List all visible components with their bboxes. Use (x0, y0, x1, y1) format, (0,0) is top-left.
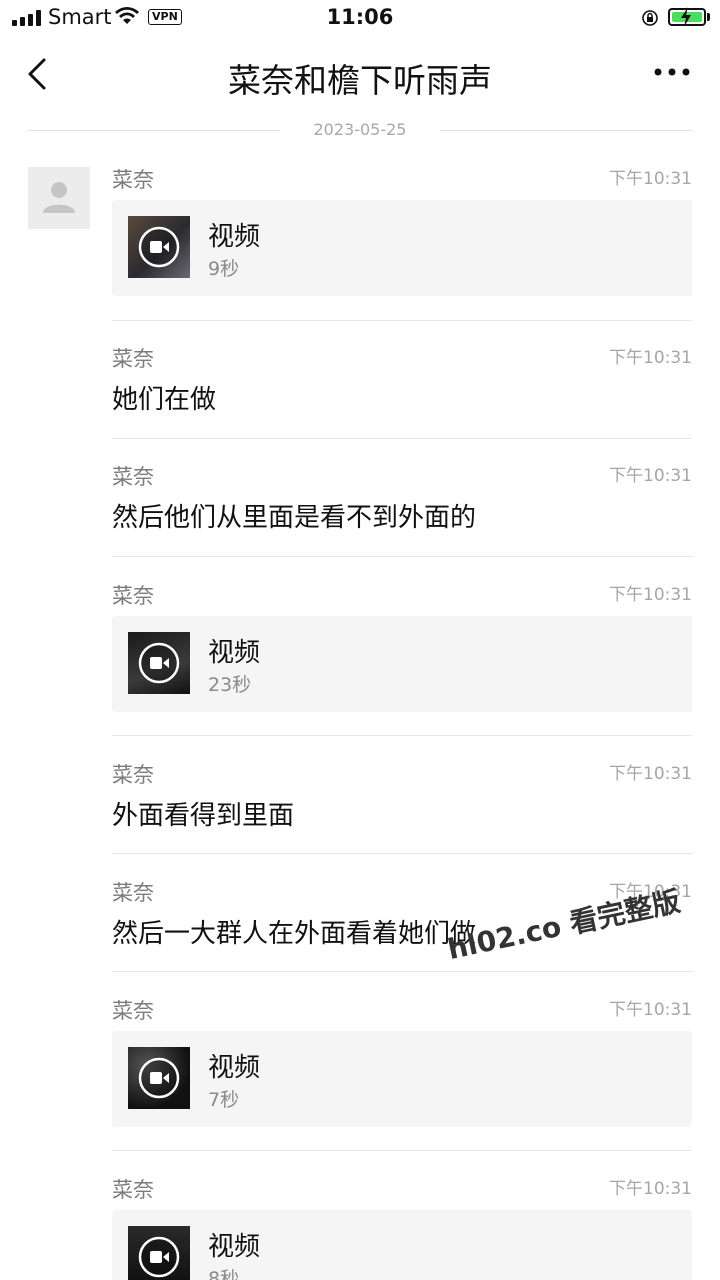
chat-title: 菜奈和檐下听雨声 (228, 61, 492, 100)
video-title: 视频 (208, 1232, 261, 1262)
video-thumbnail (128, 1047, 190, 1109)
message-time: 下午10:31 (609, 585, 692, 605)
sender-name: 菜奈 (112, 584, 154, 608)
avatar[interactable] (28, 167, 90, 229)
video-duration: 8秒 (208, 1268, 240, 1280)
message-time: 下午10:31 (609, 764, 692, 784)
video-duration: 7秒 (208, 1089, 240, 1111)
video-camera-icon (138, 1057, 180, 1099)
date-divider-right (440, 130, 692, 131)
video-card[interactable]: 视频 8秒 (112, 1210, 692, 1280)
message-divider (112, 853, 692, 854)
message-divider (112, 556, 692, 557)
video-duration: 9秒 (208, 258, 240, 280)
video-thumbnail (128, 1226, 190, 1280)
clock: 11:06 (326, 5, 394, 29)
message-divider (112, 438, 692, 439)
video-camera-icon (138, 226, 180, 268)
message-divider (112, 320, 692, 321)
chat-message: 菜奈 下午10:31 视频 7秒 (112, 995, 692, 1127)
message-divider (112, 735, 692, 736)
sender-name: 菜奈 (112, 763, 154, 787)
chat-message: 菜奈 下午10:31 视频 8秒 (112, 1174, 692, 1280)
navigation-bar: 菜奈和檐下听雨声 (0, 36, 720, 112)
date-separator: 2023-05-25 (28, 118, 692, 144)
video-duration: 23秒 (208, 674, 252, 696)
message-time: 下午10:31 (609, 1179, 692, 1199)
more-dots-icon (654, 68, 690, 76)
message-divider (112, 971, 692, 972)
chat-message: 菜奈 下午10:31 外面看得到里面 (112, 759, 692, 839)
battery-nub (707, 13, 710, 21)
video-title: 视频 (208, 222, 261, 252)
chat-message: 菜奈 下午10:31 然后他们从里面是看不到外面的 (112, 461, 692, 541)
sender-name: 菜奈 (112, 347, 154, 371)
orientation-lock-icon (642, 10, 658, 26)
video-title: 视频 (208, 1053, 261, 1083)
status-bar: Smart VPN 11:06 (0, 0, 720, 36)
sender-name: 菜奈 (112, 881, 154, 905)
chat-message: 菜奈 下午10:31 她们在做 (112, 343, 692, 423)
charging-bolt-icon (681, 7, 691, 27)
video-thumbnail (128, 632, 190, 694)
chat-message: 菜奈 下午10:31 视频 23秒 (112, 580, 692, 712)
video-thumbnail (128, 216, 190, 278)
sender-name: 菜奈 (112, 168, 154, 192)
message-time: 下午10:31 (609, 1000, 692, 1020)
sender-name: 菜奈 (112, 1178, 154, 1202)
video-card[interactable]: 视频 7秒 (112, 1031, 692, 1127)
sender-name: 菜奈 (112, 999, 154, 1023)
sender-name: 菜奈 (112, 465, 154, 489)
message-text: 外面看得到里面 (112, 801, 295, 831)
message-text: 然后一大群人在外面看着她们做 (112, 919, 477, 949)
default-avatar-icon (43, 182, 75, 213)
video-camera-icon (138, 1236, 180, 1278)
chat-message: 菜奈 下午10:31 视频 9秒 (112, 164, 692, 296)
video-card[interactable]: 视频 9秒 (112, 200, 692, 296)
message-time: 下午10:31 (609, 169, 692, 189)
message-time: 下午10:31 (609, 466, 692, 486)
message-text: 然后他们从里面是看不到外面的 (112, 503, 477, 533)
more-button[interactable] (652, 60, 692, 84)
message-time: 下午10:31 (609, 348, 692, 368)
message-text: 她们在做 (112, 385, 217, 415)
video-card[interactable]: 视频 23秒 (112, 616, 692, 712)
message-divider (112, 1150, 692, 1151)
video-camera-icon (138, 642, 180, 684)
video-title: 视频 (208, 638, 261, 668)
